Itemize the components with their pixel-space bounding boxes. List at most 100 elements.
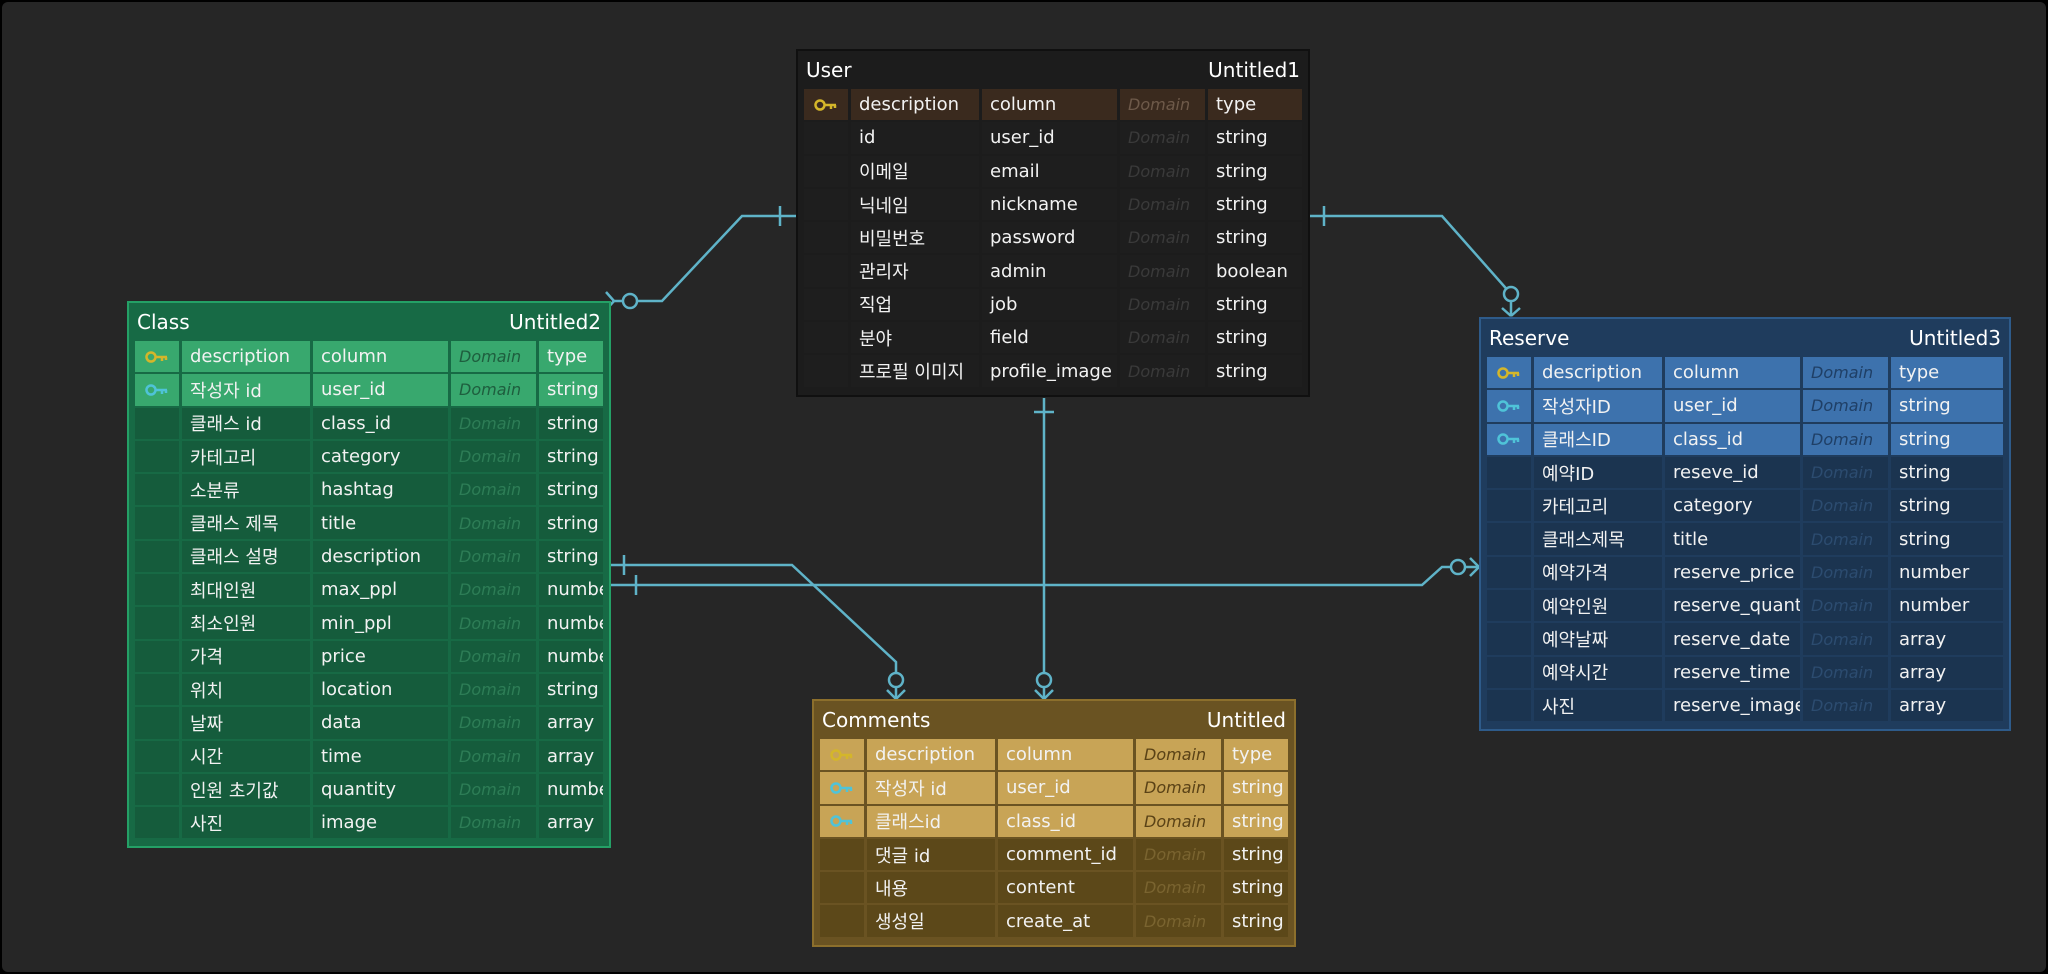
column-row[interactable]: 생성일 create_at Domain string [820,905,1288,937]
domain-cell: Domain [1803,456,1888,489]
column-header-row[interactable]: description column Domain type [820,739,1288,771]
column-header-row[interactable]: description column Domain type [804,89,1302,121]
entity-header[interactable]: User Untitled1 [804,51,1302,89]
column-row[interactable]: 최대인원max_pplDomainnumber [135,574,603,606]
domain-cell: Domain [451,607,536,639]
description-cell: 소분류 [182,474,310,506]
column-row[interactable]: 작성자 id user_id Domain string [135,374,603,406]
type-cell: array [539,740,603,772]
zero-marker-class-reserve [1449,558,1467,576]
domain-cell: Domain [451,440,536,473]
key-cell [804,288,848,321]
entity-header[interactable]: Class Untitled2 [135,303,603,341]
column-name-cell: user_id [982,122,1117,154]
key-cell [135,740,179,772]
entity-user[interactable]: User Untitled1 description column Domain ty… [796,49,1310,397]
type-cell: array [539,807,603,839]
column-row[interactable]: 이메일 email Domain string [804,155,1302,187]
relation-user-reserve[interactable] [1310,214,1513,316]
column-row[interactable]: 예약인원reserve_quantityDomainnumber [1487,590,2003,622]
column-row[interactable]: 예약날짜 reserve_date Domain array [1487,623,2003,655]
column-row[interactable]: 카테고리 category Domain string [1487,490,2003,522]
key-cell [135,773,179,806]
description-cell: 카테고리 [1534,490,1662,522]
key-cell [820,739,864,771]
column-row[interactable]: 날짜 data Domain array [135,707,603,739]
entity-header[interactable]: Reserve Untitled3 [1487,319,2003,357]
column-name-cell: user_id [998,772,1133,804]
entity-class[interactable]: Class Untitled2 description column Domain t… [127,301,611,849]
column-row[interactable]: 예약가격 reserve_price Domain number [1487,556,2003,589]
column-row[interactable]: 예약ID reseve_id Domain string [1487,456,2003,489]
column-name-cell: column [313,341,448,373]
column-row[interactable]: 사진 image Domain array [135,807,603,839]
column-row[interactable]: 가격priceDomainnumber [135,640,603,672]
type-cell: number [1891,556,2003,589]
column-row[interactable]: 클래스 id class_id Domain string [135,407,603,439]
column-header-row[interactable]: description column Domain type [1487,357,2003,389]
column-row[interactable]: 작성자ID user_id Domain string [1487,390,2003,422]
primary-key-icon [145,350,168,363]
column-row[interactable]: 소분류 hashtag Domain string [135,474,603,506]
column-row[interactable]: id user_id Domain string [804,122,1302,154]
entity-comments[interactable]: Comments Untitled description column Domai… [812,699,1296,947]
column-row[interactable]: 관리자 admin Domain boolean [804,255,1302,287]
entity-header[interactable]: Comments Untitled [820,701,1288,739]
table-name: Untitled1 [1208,58,1300,82]
relation-user-class[interactable] [614,214,796,303]
key-cell [1487,656,1531,688]
column-name-cell: create_at [998,905,1133,937]
type-cell: string [1891,423,2003,455]
domain-cell: Domain [451,574,536,606]
column-row[interactable]: 작성자 id user_id Domain string [820,772,1288,804]
column-row[interactable]: 클래스 설명 description Domain string [135,540,603,573]
column-row[interactable]: 카테고리 category Domain string [135,440,603,473]
column-row[interactable]: 클래스 제목 title Domain string [135,507,603,539]
column-row[interactable]: 댓글 id comment_id Domain string [820,838,1288,871]
column-row[interactable]: 시간 time Domain array [135,740,603,772]
column-row[interactable]: 분야 field Domain string [804,322,1302,354]
column-header-row[interactable]: description column Domain type [135,341,603,373]
column-name-cell: column [998,739,1133,771]
type-cell: type [1224,739,1288,771]
description-cell: 예약시간 [1534,656,1662,688]
column-row[interactable]: 클래스제목 title Domain string [1487,523,2003,555]
type-cell: string [1224,805,1288,837]
key-cell [135,707,179,739]
type-cell: string [1224,905,1288,937]
description-cell: 클래스 id [182,407,310,439]
column-row[interactable]: 사진 reserve_image Domain array [1487,689,2003,722]
type-cell: number [1891,590,2003,622]
column-row[interactable]: 직업 job Domain string [804,288,1302,321]
description-cell: 생성일 [867,905,995,937]
key-cell [820,905,864,937]
column-row[interactable]: 프로필 이미지 profile_image Domain string [804,355,1302,387]
column-row[interactable]: 비밀번호 password Domain string [804,222,1302,254]
type-cell: string [1224,838,1288,871]
column-row[interactable]: 내용 content Domain string [820,872,1288,904]
type-cell: type [539,341,603,373]
type-cell: array [1891,623,2003,655]
primary-key-icon [1497,366,1520,379]
column-name-cell: column [1665,357,1800,389]
column-row[interactable]: 인원 초기값quantityDomainnumber [135,773,603,806]
key-cell [135,574,179,606]
key-cell [804,155,848,187]
column-name-cell: class_id [998,805,1133,837]
column-row[interactable]: 위치 location Domain string [135,673,603,706]
column-row[interactable]: 예약시간 reserve_time Domain array [1487,656,2003,688]
column-row[interactable]: 클래스ID class_id Domain string [1487,423,2003,455]
zero-marker-class-comments [887,671,905,689]
key-cell [135,407,179,439]
foreign-key-icon [1497,433,1520,445]
column-row[interactable]: 클래스id class_id Domain string [820,805,1288,837]
column-row[interactable]: 최소인원min_pplDomainnumber [135,607,603,639]
diagram-canvas[interactable]: User Untitled1 description column Domain ty… [2,2,2046,972]
column-name-cell: category [313,440,448,473]
entity-reserve[interactable]: Reserve Untitled3 description column Domai… [1479,317,2011,732]
key-cell [804,355,848,387]
domain-cell: Domain [451,474,536,506]
description-cell: description [867,739,995,771]
column-name-cell: data [313,707,448,739]
column-row[interactable]: 닉네임 nickname Domain string [804,188,1302,221]
